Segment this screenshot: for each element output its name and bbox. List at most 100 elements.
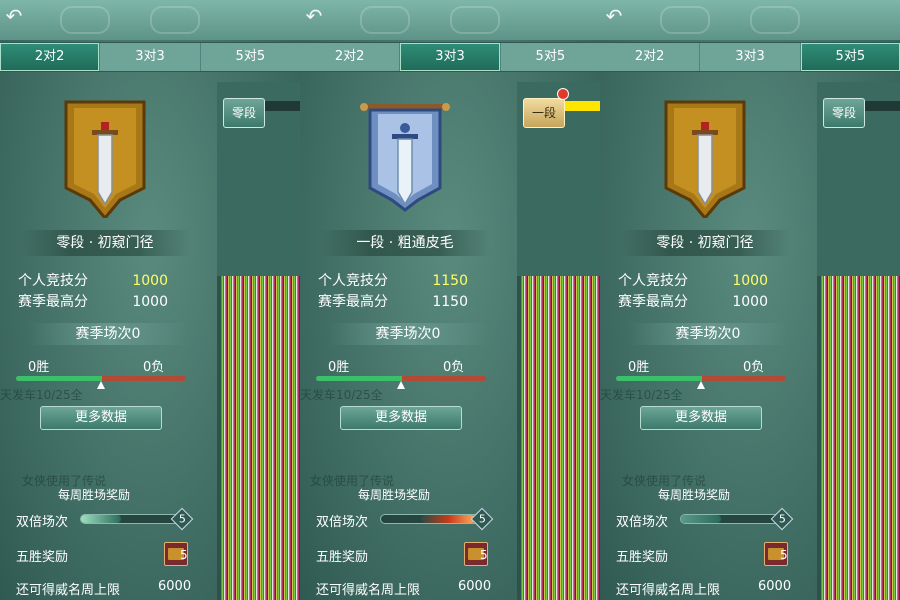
- rank-progress-line: [263, 101, 300, 111]
- top-bar: ↶: [600, 0, 900, 40]
- arena-panel-3: ↶ 2对2 3对3 5对5 零段 · 初窥门径 个人竞技分 1000 赛季最高分…: [600, 0, 900, 600]
- weekly-cap-value: 6000: [458, 579, 492, 594]
- tab-3v3[interactable]: 3对3: [400, 43, 501, 71]
- season-high-row: 赛季最高分 1000: [618, 292, 788, 312]
- win-loss-marker: [397, 381, 405, 389]
- cloud-ornament: [660, 6, 710, 34]
- losses-count: 0负: [143, 360, 165, 375]
- win-loss-marker: [697, 381, 705, 389]
- tab-2v2[interactable]: 2对2: [300, 43, 401, 71]
- double-label: 双倍场次: [616, 515, 669, 530]
- rank-title: 零段 · 初窥门径: [20, 230, 190, 256]
- tab-3v3[interactable]: 3对3: [700, 43, 801, 71]
- side-rank-tag[interactable]: 一段: [523, 98, 565, 128]
- side-rank-tag[interactable]: 零段: [823, 98, 865, 128]
- cloud-ornament: [450, 6, 500, 34]
- personal-score-value: 1150: [432, 273, 468, 289]
- season-high-label: 赛季最高分: [618, 294, 688, 310]
- cloud-ornament: [60, 6, 110, 34]
- back-arrow-icon[interactable]: ↶: [602, 4, 626, 28]
- arena-panel-2: ↶ 2对2 3对3 5对5 一段 · 粗通皮毛 个人竞技分 1150 赛季最高分…: [300, 0, 600, 600]
- more-data-button[interactable]: 更多数据: [640, 406, 762, 430]
- tab-5v5[interactable]: 5对5: [800, 43, 900, 71]
- five-win-label: 五胜奖励: [616, 550, 669, 565]
- more-data-button[interactable]: 更多数据: [340, 406, 462, 430]
- five-win-label: 五胜奖励: [316, 550, 369, 565]
- weekly-cap-label: 还可得威名周上限: [16, 583, 121, 598]
- cloud-ornament: [150, 6, 200, 34]
- glitch-stripes: [521, 276, 600, 600]
- arena-panel-1: ↶ 2对2 3对3 5对5 零段 · 初窥门径 个人竞技分 1000 赛季最高分…: [0, 0, 300, 600]
- double-count-badge: 5: [170, 507, 194, 531]
- weekly-reward-title: 每周胜场奖励: [658, 488, 731, 502]
- mode-tabs: 2对2 3对3 5对5: [300, 42, 600, 72]
- season-high-row: 赛季最高分 1150: [318, 292, 488, 312]
- cloud-ornament: [360, 6, 410, 34]
- double-progress-bar: [380, 514, 482, 524]
- tab-5v5[interactable]: 5对5: [201, 43, 300, 71]
- season-high-row: 赛季最高分 1000: [18, 292, 188, 312]
- back-arrow-icon[interactable]: ↶: [2, 4, 26, 28]
- season-high-label: 赛季最高分: [18, 294, 88, 310]
- personal-score-label: 个人竞技分: [318, 273, 388, 289]
- glitch-stripes: [221, 276, 300, 600]
- chest-count: 5: [480, 548, 488, 562]
- double-count-badge: 5: [470, 507, 494, 531]
- season-matches: 赛季场次0: [628, 323, 788, 345]
- season-matches: 赛季场次0: [28, 323, 188, 345]
- mode-tabs: 2对2 3对3 5对5: [600, 42, 900, 72]
- notification-dot-icon: [557, 88, 569, 100]
- personal-score-label: 个人竞技分: [618, 273, 688, 289]
- chest-count: 5: [180, 548, 188, 562]
- top-bar: ↶: [0, 0, 300, 40]
- season-high-value: 1150: [432, 294, 468, 310]
- weekly-cap-value: 6000: [758, 579, 792, 594]
- season-high-value: 1000: [132, 294, 168, 310]
- five-win-label: 五胜奖励: [16, 550, 69, 565]
- rank-side-panel: 零段: [217, 82, 300, 600]
- faded-news: 天发车10/25全: [0, 388, 83, 402]
- season-matches: 赛季场次0: [328, 323, 488, 345]
- personal-score-value: 1000: [132, 273, 168, 289]
- mode-tabs: 2对2 3对3 5对5: [0, 42, 300, 72]
- faded-news: 天发车10/25全: [600, 388, 683, 402]
- cloud-ornament: [750, 6, 800, 34]
- rank-side-panel: 一段: [517, 82, 600, 600]
- losses-count: 0负: [743, 360, 765, 375]
- wins-count: 0胜: [328, 360, 350, 375]
- glitch-stripes: [821, 276, 900, 600]
- personal-score-label: 个人竞技分: [18, 273, 88, 289]
- tab-2v2[interactable]: 2对2: [600, 43, 701, 71]
- tab-3v3[interactable]: 3对3: [100, 43, 201, 71]
- personal-score-row: 个人竞技分 1000: [18, 271, 188, 291]
- double-progress-bar: [80, 514, 182, 524]
- season-high-value: 1000: [732, 294, 768, 310]
- rank-progress-line: [863, 101, 900, 111]
- weekly-cap-label: 还可得威名周上限: [316, 583, 421, 598]
- tab-2v2[interactable]: 2对2: [0, 43, 101, 71]
- sword-banner-icon: [664, 100, 746, 218]
- rank-side-panel: 零段: [817, 82, 900, 600]
- weekly-reward-title: 每周胜场奖励: [358, 488, 431, 502]
- tab-5v5[interactable]: 5对5: [501, 43, 600, 71]
- personal-score-row: 个人竞技分 1150: [318, 271, 488, 291]
- win-loss-marker: [97, 381, 105, 389]
- weekly-cap-label: 还可得威名周上限: [616, 583, 721, 598]
- more-data-button[interactable]: 更多数据: [40, 406, 162, 430]
- losses-count: 0负: [443, 360, 465, 375]
- weekly-cap-value: 6000: [158, 579, 192, 594]
- sword-banner-icon: [360, 103, 450, 212]
- rank-title: 零段 · 初窥门径: [620, 230, 790, 256]
- rank-progress-line: [563, 101, 600, 111]
- side-rank-tag[interactable]: 零段: [223, 98, 265, 128]
- personal-score-value: 1000: [732, 273, 768, 289]
- faded-news: 天发车10/25全: [300, 388, 383, 402]
- back-arrow-icon[interactable]: ↶: [302, 4, 326, 28]
- weekly-reward-title: 每周胜场奖励: [58, 488, 131, 502]
- rank-title: 一段 · 粗通皮毛: [320, 230, 490, 256]
- chest-count: 5: [780, 548, 788, 562]
- double-progress-bar: [680, 514, 782, 524]
- double-count-badge: 5: [770, 507, 794, 531]
- wins-count: 0胜: [28, 360, 50, 375]
- sword-banner-icon: [64, 100, 146, 218]
